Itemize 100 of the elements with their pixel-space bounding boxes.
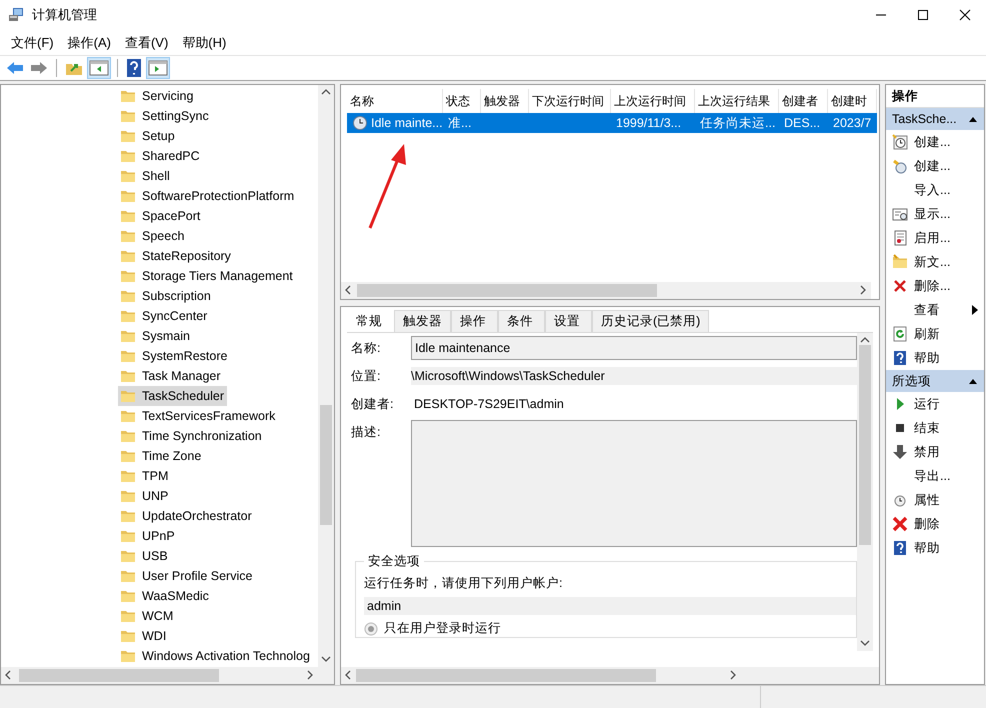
vertical-scrollbar[interactable] (318, 85, 334, 668)
action-item[interactable]: 创建... (886, 130, 978, 154)
menu-item[interactable]: 帮助(H) (175, 34, 234, 52)
tab[interactable]: 设置 (545, 310, 592, 332)
tree-item[interactable]: User Profile Service (118, 566, 256, 586)
action-item[interactable]: 查看 (886, 298, 978, 322)
collapse-icon[interactable] (968, 115, 978, 124)
show-tree-icon[interactable] (88, 58, 110, 78)
action-item[interactable]: 结束 (886, 416, 978, 440)
maximize-icon[interactable] (917, 8, 929, 21)
tree-item[interactable]: TPM (118, 466, 172, 486)
help-icon[interactable] (125, 58, 143, 78)
menu-item[interactable]: 查看(V) (118, 34, 176, 52)
tree-item[interactable]: Shell (118, 166, 173, 186)
show-action-pane-icon[interactable] (147, 58, 169, 78)
tree-item[interactable]: WCM (118, 606, 176, 626)
scrollbar-thumb[interactable] (356, 669, 656, 682)
action-item[interactable]: 属性 (886, 488, 978, 512)
tab[interactable]: 历史记录(已禁用) (592, 310, 710, 332)
action-item[interactable]: 删除 (886, 512, 978, 536)
task-row-cell[interactable]: Idle mainte... (347, 113, 443, 134)
tree-item[interactable]: SpacePort (118, 206, 204, 226)
tree-item[interactable]: TaskScheduler (118, 386, 227, 406)
tree-item[interactable]: UPnP (118, 526, 178, 546)
action-item[interactable]: 帮助 (886, 536, 978, 560)
tree-item[interactable]: Servicing (118, 86, 196, 106)
tab[interactable]: 条件 (498, 310, 545, 332)
action-item[interactable]: 启用... (886, 226, 978, 250)
field-label: 位置: (351, 368, 382, 385)
folder-icon (120, 228, 136, 244)
field-label: 创建者: (351, 396, 394, 413)
radio-button[interactable] (364, 622, 378, 636)
tree-item[interactable]: UNP (118, 486, 172, 506)
folder-icon (120, 528, 136, 544)
horizontal-scrollbar[interactable] (341, 282, 871, 300)
tree-item[interactable]: SoftwareProtectionPlatform (118, 186, 298, 206)
tree-item[interactable]: Time Zone (118, 446, 204, 466)
folder-icon (120, 408, 136, 424)
tree-item[interactable]: Task Manager (118, 366, 224, 386)
location-field[interactable]: \Microsoft\Windows\TaskScheduler (411, 367, 857, 386)
tree-item[interactable]: TextServicesFramework (118, 406, 278, 426)
tree-item[interactable]: SyncCenter (118, 306, 210, 326)
folder-icon (120, 548, 136, 564)
folder-icon (120, 508, 136, 524)
action-item[interactable]: 删除... (886, 274, 978, 298)
folder-icon (120, 248, 136, 264)
tree-item[interactable]: Sysmain (118, 326, 193, 346)
action-item[interactable]: 新文... (886, 250, 978, 274)
tree-item[interactable]: StateRepository (118, 246, 234, 266)
section-header[interactable]: TaskSche... (886, 108, 984, 130)
action-item[interactable]: 创建... (886, 154, 978, 178)
collapse-icon[interactable] (968, 377, 978, 386)
submenu-arrow-icon (972, 305, 978, 316)
action-item[interactable]: 禁用 (886, 440, 978, 464)
table-cell: 准... (443, 113, 481, 134)
tree-item[interactable]: Speech (118, 226, 188, 246)
tab[interactable]: 操作 (451, 310, 498, 332)
tree-item[interactable]: WaaSMedic (118, 586, 212, 606)
action-item[interactable]: 运行 (886, 392, 978, 416)
field-label: 描述: (351, 424, 382, 442)
name-field[interactable]: Idle maintenance (411, 336, 857, 360)
tree-item[interactable]: UpdateOrchestrator (118, 506, 255, 526)
tree-item[interactable]: SettingSync (118, 106, 212, 126)
tree-item[interactable]: Time Synchronization (118, 426, 265, 446)
action-item[interactable]: 显示... (886, 202, 978, 226)
scrollbar-thumb[interactable] (357, 284, 657, 298)
scrollbar-thumb[interactable] (320, 405, 332, 526)
down-arrow-icon (892, 444, 908, 460)
tab[interactable]: 触发器 (394, 310, 451, 332)
action-item[interactable]: 导入... (886, 178, 978, 202)
tree-item[interactable]: WDI (118, 626, 170, 646)
folder-icon (120, 468, 136, 484)
clock-icon (892, 158, 908, 174)
folder-icon (120, 488, 136, 504)
scrollbar-thumb[interactable] (19, 669, 219, 682)
tree-item[interactable]: Windows Activation Technolog (118, 646, 313, 666)
tree-item[interactable]: Subscription (118, 286, 214, 306)
scrollbar-thumb[interactable] (859, 345, 871, 546)
tree-item[interactable]: Setup (118, 126, 178, 146)
tree-item[interactable]: SystemRestore (118, 346, 230, 366)
field-label: 名称: (351, 340, 382, 357)
action-item[interactable]: 帮助 (886, 346, 978, 370)
tree-item[interactable]: SharedPC (118, 146, 203, 166)
menu-item[interactable]: 操作(A) (60, 34, 118, 52)
section-header[interactable]: 所选项 (886, 370, 984, 392)
tree-item[interactable]: USB (118, 546, 171, 566)
action-item[interactable]: 导出... (886, 464, 978, 488)
close-icon[interactable] (959, 8, 971, 21)
help-icon (892, 540, 908, 556)
menu-item[interactable]: 文件(F) (4, 34, 61, 52)
vertical-scrollbar[interactable] (857, 333, 873, 652)
author-value: DESKTOP-7S29EIT\admin (413, 397, 564, 412)
folder-icon (120, 288, 136, 304)
tree-item[interactable]: Storage Tiers Management (118, 266, 296, 286)
folder-icon (120, 648, 136, 664)
folder-icon (120, 108, 136, 124)
user-account-field[interactable]: admin (364, 597, 856, 616)
description-field[interactable] (411, 420, 857, 548)
prompt-text: 运行任务时，请使用下列用户帐户: (364, 575, 564, 592)
action-item[interactable]: 刷新 (886, 322, 978, 346)
